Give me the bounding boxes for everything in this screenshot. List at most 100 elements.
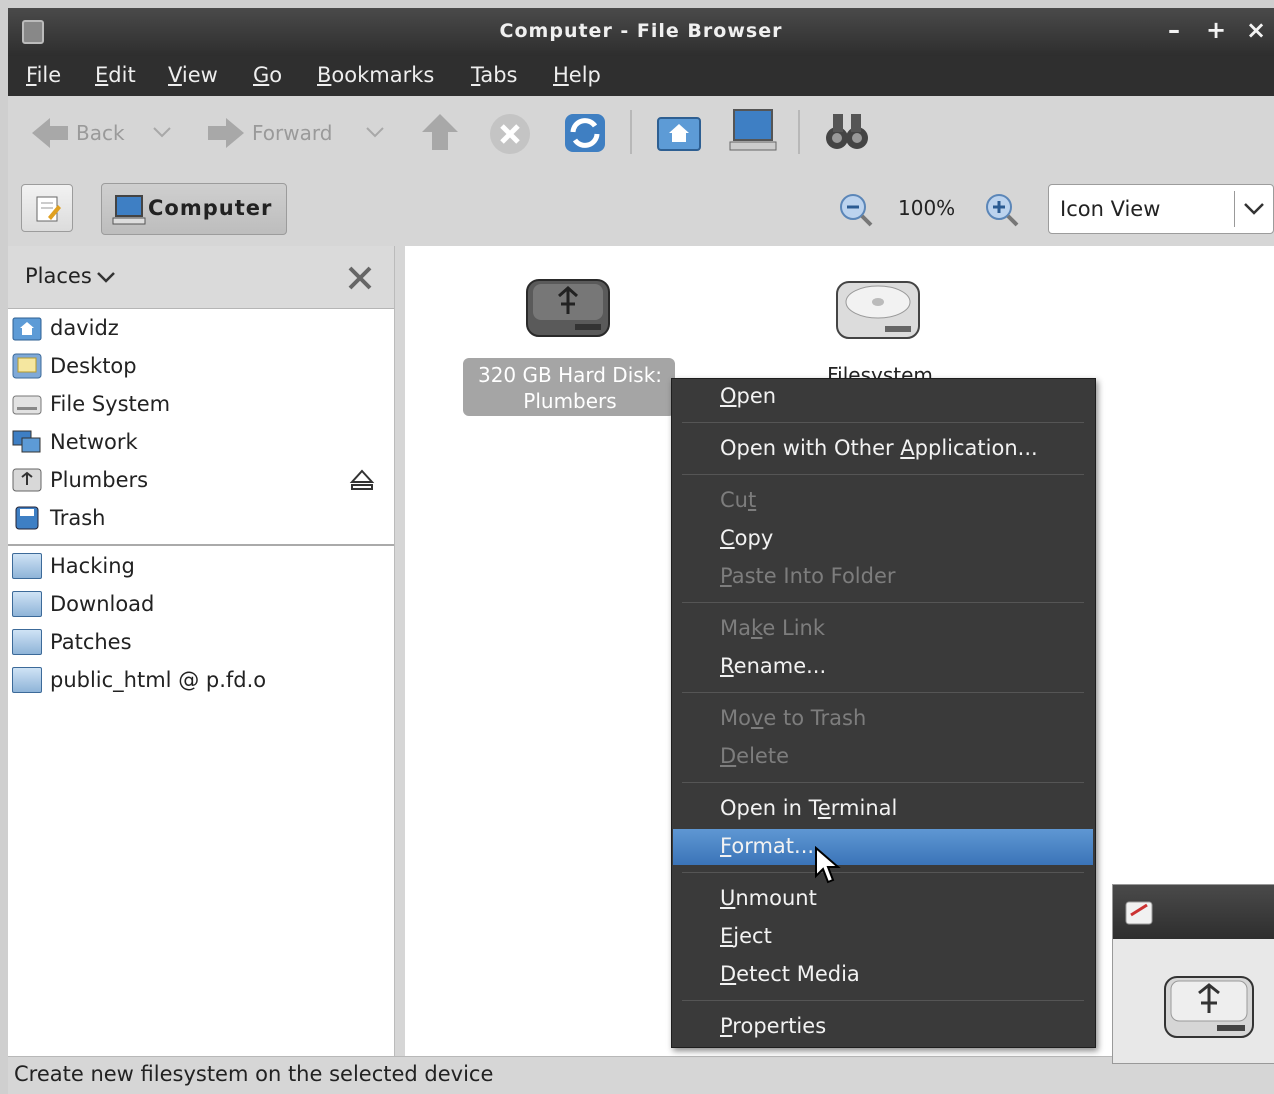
menu-go[interactable]: Go (253, 63, 282, 87)
back-arrow-icon (32, 118, 68, 148)
menu-bar: File Edit View Go Bookmarks Tabs Help (8, 56, 1274, 96)
hard-disk-icon[interactable] (833, 276, 923, 346)
menu-item-make-link[interactable]: Make Link (720, 616, 825, 640)
toggle-location-entry-button[interactable] (21, 184, 73, 232)
chevron-down-icon (1244, 203, 1264, 215)
menu-item-cut[interactable]: Cut (720, 488, 756, 512)
usb-hard-disk-icon (1164, 976, 1254, 1038)
trash-icon (15, 506, 39, 530)
zoom-out-icon[interactable] (838, 192, 874, 228)
status-text: Create new filesystem on the selected de… (14, 1062, 494, 1086)
toolbar-separator (798, 110, 800, 154)
forward-arrow-icon (208, 118, 244, 148)
close-button[interactable]: × (1246, 16, 1266, 44)
menu-bookmarks[interactable]: Bookmarks (317, 63, 434, 87)
sidebar-item-download[interactable]: Download (12, 586, 154, 622)
sidebar-item-public-html[interactable]: public_html @ p.fd.o (12, 662, 266, 698)
folder-icon (12, 667, 42, 693)
usb-drive-icon (12, 468, 42, 492)
back-history-chevron-icon[interactable] (151, 124, 173, 140)
location-bar: Computer 100% Icon View (8, 170, 1274, 246)
sidebar-item-davidz[interactable]: davidz (12, 310, 119, 346)
edit-location-icon (36, 196, 61, 222)
computer-icon[interactable] (728, 108, 778, 154)
toolbar: Back Forward (8, 96, 1274, 171)
sidebar-item-file-system[interactable]: File System (12, 386, 170, 422)
zoom-in-icon[interactable] (984, 192, 1020, 228)
menu-item-copy[interactable]: Copy (720, 526, 773, 550)
folder-icon (12, 629, 42, 655)
menu-item-open-in-terminal[interactable]: Open in Terminal (720, 796, 897, 820)
menu-item-open-with[interactable]: Open with Other Application... (720, 436, 1038, 460)
minimize-button[interactable]: – (1168, 16, 1180, 44)
menu-help[interactable]: Help (553, 63, 601, 87)
filesystem-icon (12, 395, 42, 415)
maximize-button[interactable]: + (1206, 16, 1226, 44)
status-bar: Create new filesystem on the selected de… (8, 1056, 1274, 1094)
context-menu: Open Open with Other Application... Cut … (671, 378, 1096, 1048)
menu-file[interactable]: File (26, 63, 61, 87)
mouse-cursor-icon (815, 846, 841, 884)
home-folder-icon[interactable] (656, 112, 702, 152)
menu-item-eject[interactable]: Eject (720, 924, 772, 948)
menu-view[interactable]: View (168, 63, 218, 87)
folder-icon (12, 553, 42, 579)
menu-item-format[interactable]: Format... (720, 834, 814, 858)
network-icon (12, 430, 41, 453)
sidebar-item-patches[interactable]: Patches (12, 624, 132, 660)
menu-item-delete[interactable]: Delete (720, 744, 789, 768)
chevron-down-icon[interactable] (96, 270, 116, 286)
pane-resize-handle[interactable] (395, 246, 405, 1056)
sidebar-item-desktop[interactable]: Desktop (12, 348, 137, 384)
back-button[interactable]: Back (30, 116, 125, 150)
secondary-window[interactable] (1112, 884, 1274, 1064)
sidebar-item-hacking[interactable]: Hacking (12, 548, 135, 584)
view-mode-select[interactable]: Icon View (1048, 184, 1274, 234)
menu-separator (682, 782, 1084, 783)
sidebar-divider (8, 544, 394, 546)
folder-icon (12, 591, 42, 617)
title-bar[interactable]: Computer - File Browser – + × (8, 8, 1274, 56)
search-binoculars-icon[interactable] (823, 110, 871, 154)
menu-item-rename[interactable]: Rename... (720, 654, 826, 678)
item-label-plumbers[interactable]: 320 GB Hard Disk: Plumbers (467, 362, 673, 414)
menu-item-move-to-trash[interactable]: Move to Trash (720, 706, 866, 730)
stop-icon[interactable] (488, 112, 532, 156)
menu-item-paste-into-folder[interactable]: Paste Into Folder (720, 564, 896, 588)
path-button-computer[interactable]: Computer (101, 183, 287, 235)
usb-hard-disk-icon[interactable] (523, 274, 613, 344)
menu-item-detect-media[interactable]: Detect Media (720, 962, 860, 986)
window-title: Computer - File Browser (499, 20, 783, 42)
menu-separator (682, 692, 1084, 693)
menu-item-properties[interactable]: Properties (720, 1014, 826, 1038)
window-app-icon (1125, 901, 1153, 925)
sidebar-item-network[interactable]: Network (12, 424, 138, 460)
menu-separator (682, 872, 1084, 873)
zoom-level: 100% (898, 196, 956, 220)
up-arrow-icon[interactable] (420, 112, 460, 152)
places-selector[interactable]: Places (25, 264, 92, 288)
menu-edit[interactable]: Edit (95, 63, 136, 87)
close-sidebar-icon[interactable] (346, 264, 374, 292)
sidebar: Places davidz Desktop File System Networ… (8, 246, 395, 1056)
home-folder-icon (12, 317, 42, 341)
secondary-window-titlebar[interactable] (1113, 885, 1274, 939)
forward-history-chevron-icon[interactable] (364, 124, 386, 140)
places-header: Places (8, 246, 394, 309)
eject-icon[interactable] (349, 468, 375, 492)
sidebar-item-plumbers[interactable]: Plumbers (12, 462, 148, 498)
menu-separator (682, 602, 1084, 603)
menu-separator (682, 422, 1084, 423)
computer-icon (112, 195, 146, 225)
toolbar-separator (630, 110, 632, 154)
forward-button[interactable]: Forward (206, 116, 332, 150)
menu-item-open[interactable]: Open (720, 384, 776, 408)
menu-tabs[interactable]: Tabs (471, 63, 518, 87)
reload-icon[interactable] (563, 110, 607, 156)
path-button-label: Computer (148, 196, 273, 220)
sidebar-item-trash[interactable]: Trash (12, 500, 106, 536)
menu-separator (682, 1000, 1084, 1001)
menu-item-unmount[interactable]: Unmount (720, 886, 817, 910)
menu-separator (682, 474, 1084, 475)
desktop-icon (12, 353, 42, 379)
